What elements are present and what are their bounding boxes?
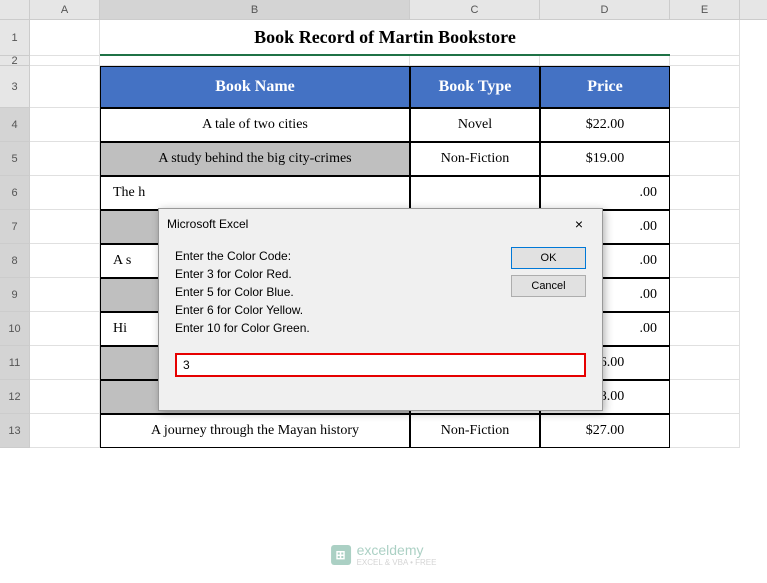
- color-code-input[interactable]: [183, 358, 578, 372]
- ok-button[interactable]: OK: [511, 247, 586, 269]
- cell-A6[interactable]: [30, 176, 100, 210]
- watermark-icon: ⊞: [331, 545, 351, 565]
- watermark-sub: EXCEL & VBA • FREE: [357, 558, 437, 567]
- cell-E12[interactable]: [670, 380, 740, 414]
- column-headers: A B C D E: [0, 0, 767, 20]
- cell-E3[interactable]: [670, 66, 740, 108]
- dialog-line: Enter the Color Code:: [175, 247, 511, 265]
- table-row[interactable]: Non-Fiction: [410, 142, 540, 176]
- table-row[interactable]: The h: [100, 176, 410, 210]
- dialog-line: Enter 5 for Color Blue.: [175, 283, 511, 301]
- col-header-A[interactable]: A: [30, 0, 100, 19]
- cell-D2[interactable]: [540, 56, 670, 66]
- cell-A8[interactable]: [30, 244, 100, 278]
- row-header-3[interactable]: 3: [0, 66, 30, 108]
- row-header-11[interactable]: 11: [0, 346, 30, 380]
- cell-E8[interactable]: [670, 244, 740, 278]
- dialog-line: Enter 10 for Color Green.: [175, 319, 511, 337]
- row-header-9[interactable]: 9: [0, 278, 30, 312]
- cell-A3[interactable]: [30, 66, 100, 108]
- row-header-6[interactable]: 6: [0, 176, 30, 210]
- row-header-7[interactable]: 7: [0, 210, 30, 244]
- col-header-B[interactable]: B: [100, 0, 410, 19]
- cell-A9[interactable]: [30, 278, 100, 312]
- row-header-2[interactable]: 2: [0, 56, 30, 66]
- cell-C2[interactable]: [410, 56, 540, 66]
- row-header-8[interactable]: 8: [0, 244, 30, 278]
- cell-E13[interactable]: [670, 414, 740, 448]
- dialog-title: Microsoft Excel: [167, 217, 248, 231]
- cell-E10[interactable]: [670, 312, 740, 346]
- cell-A5[interactable]: [30, 142, 100, 176]
- color-code-input-wrapper[interactable]: [175, 353, 586, 377]
- watermark-text: exceldemy: [357, 542, 437, 558]
- row-header-4[interactable]: 4: [0, 108, 30, 142]
- table-row[interactable]: .00: [540, 176, 670, 210]
- table-row[interactable]: Non-Fiction: [410, 414, 540, 448]
- watermark: ⊞ exceldemy EXCEL & VBA • FREE: [331, 542, 437, 567]
- cell-A12[interactable]: [30, 380, 100, 414]
- table-row[interactable]: A study behind the big city-crimes: [100, 142, 410, 176]
- cell-A1[interactable]: [30, 20, 100, 56]
- cell-A2[interactable]: [30, 56, 100, 66]
- cell-E5[interactable]: [670, 142, 740, 176]
- table-row[interactable]: $19.00: [540, 142, 670, 176]
- cell-A4[interactable]: [30, 108, 100, 142]
- row-header-12[interactable]: 12: [0, 380, 30, 414]
- col-header-C[interactable]: C: [410, 0, 540, 19]
- cancel-button[interactable]: Cancel: [511, 275, 586, 297]
- table-row[interactable]: A journey through the Mayan history: [100, 414, 410, 448]
- row-header-1[interactable]: 1: [0, 20, 30, 56]
- cell-E4[interactable]: [670, 108, 740, 142]
- table-row[interactable]: $27.00: [540, 414, 670, 448]
- dialog-titlebar[interactable]: Microsoft Excel ×: [159, 209, 602, 239]
- page-title[interactable]: Book Record of Martin Bookstore: [100, 20, 670, 56]
- cell-A13[interactable]: [30, 414, 100, 448]
- table-header-name[interactable]: Book Name: [100, 66, 410, 108]
- col-header-D[interactable]: D: [540, 0, 670, 19]
- table-row[interactable]: [410, 176, 540, 210]
- dialog-line: Enter 3 for Color Red.: [175, 265, 511, 283]
- cell-A11[interactable]: [30, 346, 100, 380]
- row-header-10[interactable]: 10: [0, 312, 30, 346]
- table-row[interactable]: Novel: [410, 108, 540, 142]
- cell-A10[interactable]: [30, 312, 100, 346]
- cell-E1[interactable]: [670, 20, 740, 56]
- cell-E2[interactable]: [670, 56, 740, 66]
- cell-E7[interactable]: [670, 210, 740, 244]
- cell-E11[interactable]: [670, 346, 740, 380]
- cell-B2[interactable]: [100, 56, 410, 66]
- close-icon[interactable]: ×: [564, 212, 594, 236]
- table-row[interactable]: $22.00: [540, 108, 670, 142]
- dialog-message: Enter the Color Code: Enter 3 for Color …: [175, 247, 511, 337]
- table-row[interactable]: A tale of two cities: [100, 108, 410, 142]
- dialog-line: Enter 6 for Color Yellow.: [175, 301, 511, 319]
- row-headers: 1 2 3 4 5 6 7 8 9 10 11 12 13: [0, 20, 30, 448]
- table-header-type[interactable]: Book Type: [410, 66, 540, 108]
- row-header-13[interactable]: 13: [0, 414, 30, 448]
- cell-A7[interactable]: [30, 210, 100, 244]
- cell-E6[interactable]: [670, 176, 740, 210]
- input-dialog: Microsoft Excel × Enter the Color Code: …: [158, 208, 603, 411]
- cell-E9[interactable]: [670, 278, 740, 312]
- row-header-5[interactable]: 5: [0, 142, 30, 176]
- table-header-price[interactable]: Price: [540, 66, 670, 108]
- col-header-E[interactable]: E: [670, 0, 740, 19]
- select-all-corner[interactable]: [0, 0, 30, 19]
